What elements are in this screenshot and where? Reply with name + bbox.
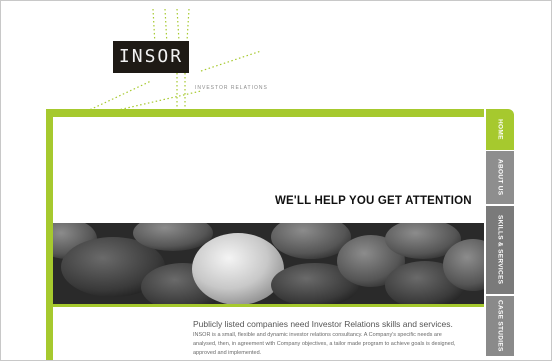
tab-home-label: HOME [496, 119, 504, 140]
content-area: WE'LL HELP YOU GET ATTENTION Publicly li… [53, 117, 484, 360]
tab-about-us-label: ABOUT US [496, 159, 504, 196]
green-frame-left [46, 109, 53, 360]
website-frame: INSOR INVESTOR RELATIONS WE'LL HELP YOU … [0, 0, 552, 361]
tab-skills-services-label: SKILLS & SERVICES [496, 215, 504, 285]
tab-skills-services[interactable]: SKILLS & SERVICES [486, 206, 514, 294]
body-title: Publicly listed companies need Investor … [193, 319, 453, 329]
hero-headline: WE'LL HELP YOU GET ATTENTION [275, 195, 472, 207]
tab-home[interactable]: HOME [486, 109, 514, 150]
stones-image [53, 223, 484, 304]
body-text: INSOR is a small, flexible and dynamic i… [193, 332, 456, 356]
logo[interactable]: INSOR [113, 41, 189, 73]
tab-case-studies-label: CASE STUDIES [496, 300, 504, 352]
tagline: INVESTOR RELATIONS [195, 85, 268, 91]
green-frame-top [46, 109, 484, 117]
tab-about-us[interactable]: ABOUT US [486, 151, 514, 204]
green-divider [53, 304, 484, 307]
tab-case-studies[interactable]: CASE STUDIES [486, 296, 514, 356]
